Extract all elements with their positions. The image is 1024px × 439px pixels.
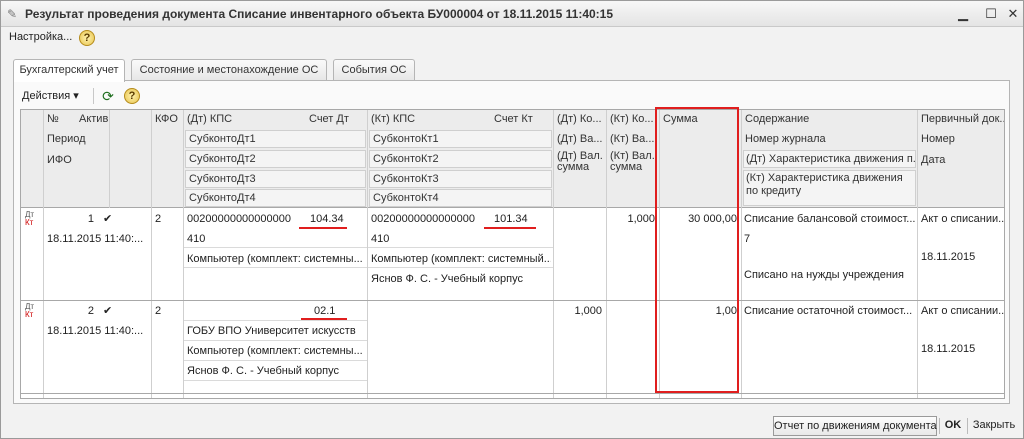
row-kfo: 2 xyxy=(155,305,162,317)
row-kt-account: 101.34 xyxy=(494,213,528,225)
highlight-underline xyxy=(301,318,347,320)
col-sum[interactable]: Сумма xyxy=(660,110,740,129)
col-kt-qty[interactable]: (Кт) Ко... xyxy=(607,110,659,129)
row-separator xyxy=(21,393,1004,394)
row-kt-kps: 00200000000000000 xyxy=(371,213,476,225)
row-period: 18.11.2015 11:40:... xyxy=(47,233,144,245)
settings-menu[interactable]: Настройка... xyxy=(9,31,72,43)
row-dt-kps: 00200000000000000 xyxy=(187,213,292,225)
col-sub-dt1[interactable]: СубконтоДт1 xyxy=(186,130,364,149)
row-number: 2 xyxy=(87,305,94,317)
col-dt-char[interactable]: (Дт) Характеристика движения п... xyxy=(743,150,915,169)
col-dt-val-sum[interactable]: (Дт) Вал. сумма xyxy=(554,151,606,181)
col-kt-val-sum[interactable]: (Кт) Вал. сумма xyxy=(607,151,659,181)
tab-state-location[interactable]: Состояние и местонахождение ОС xyxy=(131,59,327,81)
row-dt-sub3: Яснов Ф. С. - Учебный корпус xyxy=(187,365,339,377)
col-dt-val[interactable]: (Дт) Ва... xyxy=(554,130,606,149)
row-dt-qty: 1,000 xyxy=(574,305,602,317)
row-dt-sub1: 410 xyxy=(187,233,206,245)
row-doc-date: 18.11.2015 xyxy=(921,251,976,263)
tab-panel-accounting: Действия ▾ ⟳ ? № Актив... КФО Период xyxy=(13,80,1010,404)
document-icon: ✎ xyxy=(7,7,18,21)
row-dt-sub2: Компьютер (комплект: системны... xyxy=(187,253,363,265)
col-sub-dt3[interactable]: СубконтоДт3 xyxy=(186,170,364,189)
row-dt-sub2: Компьютер (комплект: системны... xyxy=(187,345,363,357)
row-number: 1 xyxy=(87,213,94,225)
tab-events[interactable]: События ОС xyxy=(333,59,415,81)
row-period: 18.11.2015 11:40:... xyxy=(47,325,144,337)
minimize-button[interactable]: ▁ xyxy=(955,6,971,22)
row-content: Списание остаточной стоимост... xyxy=(744,305,913,317)
row-primary-doc: Акт о списании... xyxy=(921,305,1005,317)
refresh-icon[interactable]: ⟳ xyxy=(99,87,117,105)
col-sub-kt3[interactable]: СубконтоКт3 xyxy=(370,170,550,189)
table-header: № Актив... КФО Период ИФО (Дт) КПС Счет … xyxy=(21,110,1004,208)
col-dt-qty[interactable]: (Дт) Ко... xyxy=(554,110,606,129)
col-kt-account[interactable]: Счет Кт xyxy=(491,110,551,129)
actions-menu-button[interactable]: Действия ▾ xyxy=(22,89,79,102)
row-sum: 30 000,00 xyxy=(688,213,737,225)
col-number[interactable]: Номер xyxy=(918,130,1004,149)
col-sub-kt1[interactable]: СубконтоКт1 xyxy=(370,130,550,149)
postings-table[interactable]: № Актив... КФО Период ИФО (Дт) КПС Счет … xyxy=(20,109,1005,399)
row-kt-sub3: Яснов Ф. С. - Учебный корпус xyxy=(371,273,523,285)
col-kfo[interactable]: КФО xyxy=(152,110,182,129)
help-icon[interactable]: ? xyxy=(124,88,140,104)
row-kfo: 2 xyxy=(155,213,162,225)
title-bar: ✎ Результат проведения документа Списани… xyxy=(1,1,1023,27)
col-dt-kps[interactable]: (Дт) КПС xyxy=(184,110,304,129)
col-journal[interactable]: Номер журнала xyxy=(742,130,916,149)
highlight-underline xyxy=(299,227,347,229)
toolbar-separator xyxy=(93,88,94,104)
close-button[interactable]: Закрыть xyxy=(969,416,1019,436)
col-period[interactable]: Период xyxy=(44,130,108,149)
col-sub-kt2[interactable]: СубконтоКт2 xyxy=(370,150,550,169)
row-doc-date: 18.11.2015 xyxy=(921,343,976,355)
col-date[interactable]: Дата xyxy=(918,151,1004,170)
row-kt-sub2: Компьютер (комплект: системный... xyxy=(371,253,551,265)
menu-bar: Настройка... xyxy=(1,28,1023,48)
close-window-button[interactable]: ✕ xyxy=(1005,6,1021,22)
col-active[interactable]: Актив... xyxy=(76,110,109,129)
col-kt-kps[interactable]: (Кт) КПС xyxy=(368,110,488,129)
active-check-icon: ✔ xyxy=(103,305,113,317)
row-sum: 1,00 xyxy=(715,305,737,317)
col-kt-val[interactable]: (Кт) Ва... xyxy=(607,130,659,149)
col-ifo[interactable]: ИФО xyxy=(44,151,108,170)
row-dt-account: 104.34 xyxy=(310,213,344,225)
row-kt-qty: 1,000 xyxy=(627,213,655,225)
row-content: Списание балансовой стоимост... xyxy=(744,213,916,225)
row-primary-doc: Акт о списании... xyxy=(921,213,1005,225)
movement-report-button[interactable]: Отчет по движениям документа xyxy=(773,416,937,436)
row-journal: 7 xyxy=(744,233,751,245)
row-dt-sub1: ГОБУ ВПО Университет искусств xyxy=(187,325,356,337)
col-sub-dt4[interactable]: СубконтоДт4 xyxy=(186,189,364,208)
col-dt-account[interactable]: Счет Дт xyxy=(306,110,366,129)
col-content[interactable]: Содержание xyxy=(742,110,916,129)
row-kt-char: Списано на нужды учреждения xyxy=(744,269,905,281)
document-result-window: ✎ Результат проведения документа Списани… xyxy=(0,0,1024,439)
row-kt-sub1: 410 xyxy=(371,233,390,245)
actions-label: Действия xyxy=(22,90,71,102)
col-sub-dt2[interactable]: СубконтоДт2 xyxy=(186,150,364,169)
window-title: Результат проведения документа Списание … xyxy=(25,7,614,21)
active-check-icon: ✔ xyxy=(103,213,113,225)
posting-dt-kt-icon: Дт Кт xyxy=(25,210,35,227)
help-icon[interactable]: ? xyxy=(79,30,95,46)
row-separator xyxy=(21,300,1004,301)
col-primary-doc[interactable]: Первичный док... xyxy=(918,110,1004,129)
tab-accounting[interactable]: Бухгалтерский учет xyxy=(13,59,125,82)
highlight-underline xyxy=(484,227,536,229)
posting-dt-kt-icon: Дт Кт xyxy=(25,302,35,319)
maximize-button[interactable]: ☐ xyxy=(983,6,999,22)
col-sub-kt4[interactable]: СубконтоКт4 xyxy=(370,189,550,208)
col-kt-char[interactable]: (Кт) Характеристика движения по кредиту xyxy=(743,172,915,204)
ok-button[interactable]: OK xyxy=(941,416,965,436)
bottom-button-bar: Отчет по движениям документа OK Закрыть xyxy=(1,412,1023,438)
